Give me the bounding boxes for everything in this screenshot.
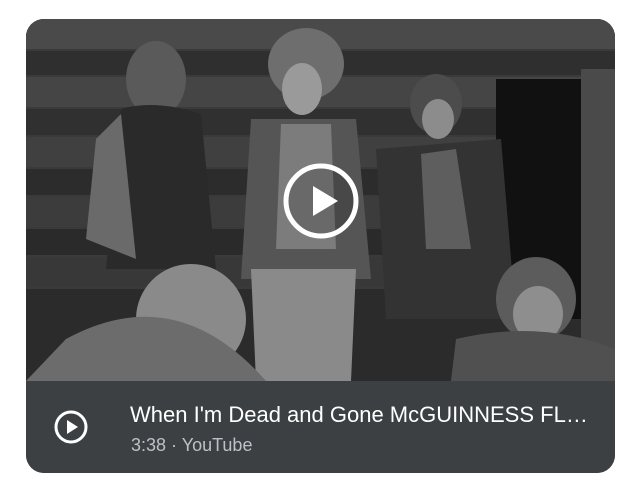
play-circle-icon	[54, 410, 88, 444]
play-button[interactable]	[282, 162, 360, 240]
video-source: YouTube	[181, 435, 253, 455]
video-card[interactable]: When I'm Dead and Gone McGUINNESS FLINT …	[26, 19, 615, 473]
play-icon	[283, 163, 359, 239]
video-meta: 3:38 · YouTube	[131, 433, 252, 457]
video-duration: 3:38	[131, 435, 167, 455]
play-circle-button[interactable]	[53, 409, 89, 445]
video-title[interactable]: When I'm Dead and Gone McGUINNESS FLINT	[130, 401, 592, 429]
meta-separator: ·	[166, 435, 182, 455]
video-info-bar: When I'm Dead and Gone McGUINNESS FLINT …	[26, 381, 615, 473]
video-thumbnail[interactable]	[26, 19, 615, 381]
